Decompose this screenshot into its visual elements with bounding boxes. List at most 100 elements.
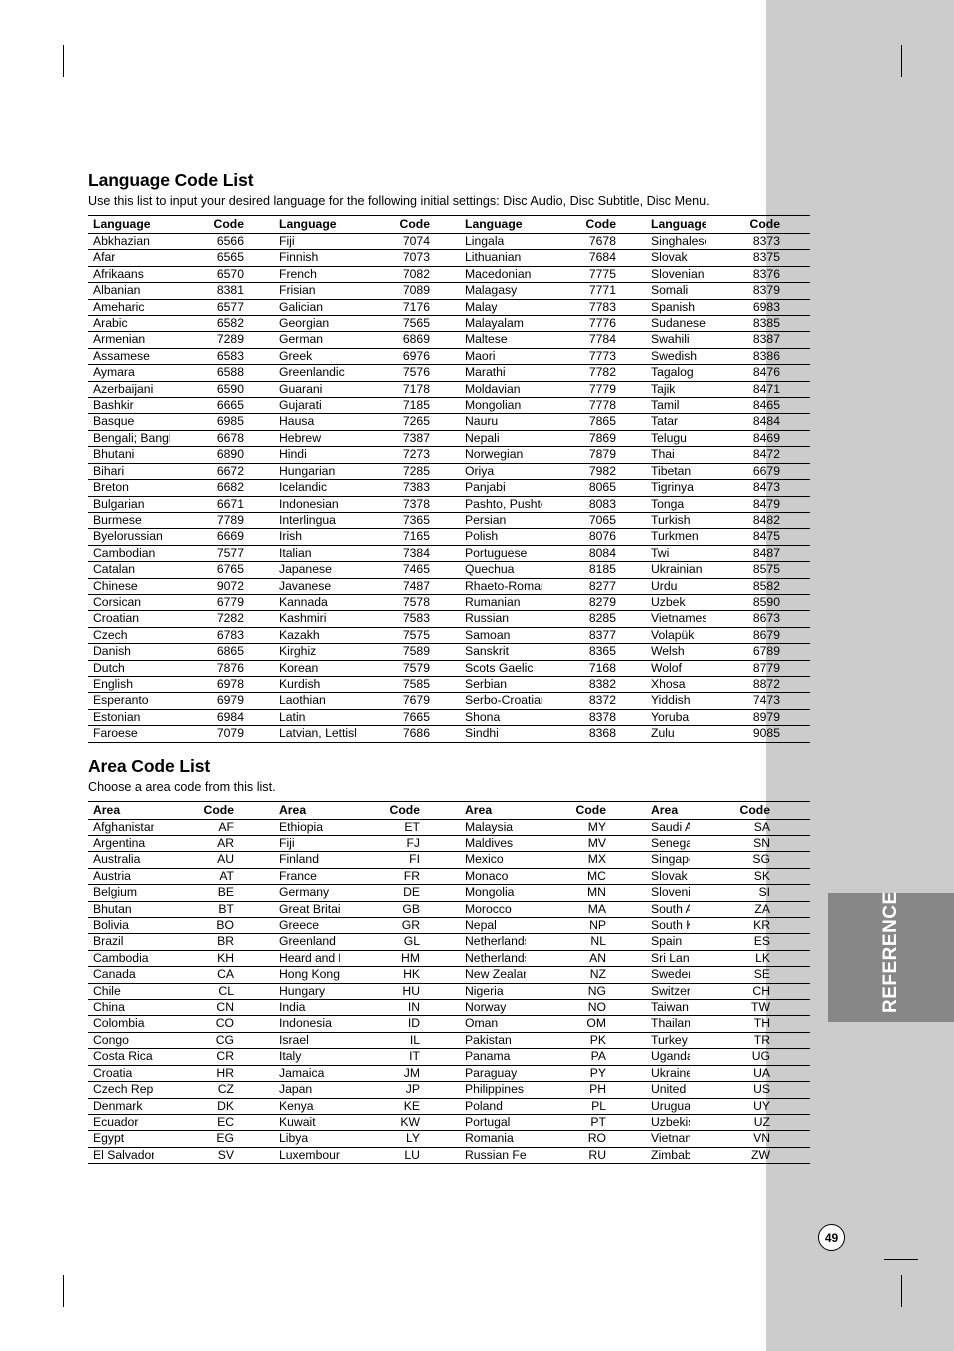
- cell-name: Interlingua: [274, 512, 356, 530]
- cell-code: 7577: [170, 545, 274, 563]
- table-row: Mongolia MN: [460, 884, 646, 902]
- table-header-row: Area Code: [88, 800, 274, 820]
- cell-name: Cambodia: [88, 950, 154, 968]
- cell-code: 8385: [706, 315, 810, 333]
- area-section-title: Area Code List: [88, 755, 211, 776]
- cell-code: SA: [690, 819, 810, 837]
- cell-name: Egypt: [88, 1130, 154, 1148]
- cell-name: France: [274, 868, 340, 886]
- cell-name: Zulu: [646, 725, 706, 743]
- cell-name: Slovak: [646, 249, 706, 267]
- table-row: Hungarian 7285: [274, 463, 460, 481]
- column-header-name: Area: [274, 800, 340, 820]
- table-row: Armenian 7289: [88, 331, 274, 349]
- cell-code: 6671: [170, 496, 274, 513]
- table-row: Kannada 7578: [274, 594, 460, 612]
- table-row: SloveniaSI: [646, 884, 810, 902]
- cell-code: 8476: [706, 364, 810, 382]
- table-row: Taiwan TW: [646, 999, 810, 1017]
- reference-side-tab: REFERENCE: [828, 891, 954, 1022]
- crop-mark-bottom-right: [901, 1275, 902, 1307]
- cell-code: 8679: [706, 627, 810, 645]
- table-row: Poland PL: [460, 1098, 646, 1115]
- cell-code: 6789: [706, 643, 810, 661]
- cell-name: Danish: [88, 643, 170, 661]
- cell-name: Yoruba: [646, 709, 706, 727]
- cell-code: TR: [690, 1032, 810, 1050]
- column-header-name: Language: [646, 215, 706, 234]
- language-table: Language Code Fiji 7074 Finnish 7073 French 708…: [274, 215, 460, 743]
- cell-code: 7578: [356, 594, 460, 612]
- cell-code: 8779: [706, 660, 810, 677]
- cell-code: FJ: [340, 835, 460, 853]
- cell-code: 7679: [356, 692, 460, 710]
- crop-mark-bottom-right-horizontal: [884, 1259, 918, 1260]
- cell-code: 7383: [356, 479, 460, 497]
- cell-name: Greenland: [274, 933, 340, 951]
- area-code-table-grid: Area Code Afghanistan AF Argentina AR Australi…: [88, 800, 810, 1165]
- table-row: Czech 6783: [88, 627, 274, 645]
- cell-name: Catalan: [88, 561, 170, 579]
- language-section-title: Language Code List: [88, 170, 254, 190]
- table-row: Afghanistan AF: [88, 819, 274, 837]
- cell-code: 7869: [542, 430, 646, 448]
- cell-code: CR: [154, 1048, 274, 1066]
- table-row: Kazakh 7575: [274, 627, 460, 645]
- table-header-row: Area Code: [646, 800, 810, 820]
- cell-name: Gujarati: [274, 397, 356, 415]
- cell-name: Kashmiri: [274, 610, 356, 628]
- table-row: Gujarati 7185: [274, 397, 460, 415]
- cell-name: German: [274, 331, 356, 349]
- cell-code: 7168: [542, 660, 646, 677]
- cell-code: PH: [526, 1081, 646, 1099]
- cell-code: 7065: [542, 512, 646, 530]
- cell-code: 8386: [706, 348, 810, 366]
- cell-name: Laothian: [274, 692, 356, 710]
- table-row: Hindi 7273: [274, 446, 460, 464]
- table-row: Japanese 7465: [274, 561, 460, 579]
- table-row: India IN: [274, 999, 460, 1017]
- cell-code: 7678: [542, 233, 646, 251]
- table-row: Great BritainGB: [274, 901, 460, 919]
- table-row: SingaporeSG: [646, 851, 810, 869]
- table-header-row: Language Code: [88, 215, 274, 234]
- crop-mark-bottom-left: [63, 1275, 64, 1307]
- table-row: Aymara 6588: [88, 364, 274, 382]
- cell-code: 8373: [706, 233, 810, 251]
- cell-name: Nauru: [460, 413, 542, 431]
- cell-code: SG: [690, 851, 810, 869]
- table-row: United StatesUS: [646, 1081, 810, 1099]
- table-row: Portugal PT: [460, 1114, 646, 1132]
- cell-code: 6678: [170, 430, 274, 448]
- table-row: China CN: [88, 999, 274, 1017]
- cell-code: 8479: [706, 496, 810, 513]
- cell-code: 8285: [542, 610, 646, 628]
- cell-name: Heard and McDonald Islands: [274, 950, 340, 968]
- table-row: Singhalese 8373: [646, 233, 810, 251]
- cell-name: Hindi: [274, 446, 356, 464]
- table-row: Heard and McDonald IslandsHM: [274, 950, 460, 968]
- cell-name: Tigrinya: [646, 479, 706, 497]
- cell-code: 6566: [170, 233, 274, 251]
- cell-code: NL: [526, 933, 646, 951]
- cell-name: Sri Lanka: [646, 950, 690, 968]
- cell-code: 7465: [356, 561, 460, 579]
- cell-name: Romania: [460, 1130, 526, 1148]
- cell-code: SI: [690, 884, 810, 902]
- cell-code: SV: [154, 1147, 274, 1165]
- cell-name: Rhaeto-Romance: [460, 578, 542, 595]
- cell-name: Slovak Republic: [646, 868, 690, 886]
- cell-name: Hebrew: [274, 430, 356, 448]
- cell-code: MY: [526, 819, 646, 837]
- table-row: Javanese 7487: [274, 578, 460, 595]
- cell-code: 7773: [542, 348, 646, 366]
- cell-name: Libya: [274, 1130, 340, 1148]
- cell-code: BO: [154, 917, 274, 935]
- table-row: Tamil 8465: [646, 397, 810, 415]
- cell-name: Mongolia: [460, 884, 526, 902]
- cell-code: DK: [154, 1098, 274, 1115]
- cell-name: Thailand: [646, 1015, 690, 1033]
- cell-name: Australia: [88, 851, 154, 869]
- table-row: Welsh 6789: [646, 643, 810, 661]
- cell-name: Malayalam: [460, 315, 542, 333]
